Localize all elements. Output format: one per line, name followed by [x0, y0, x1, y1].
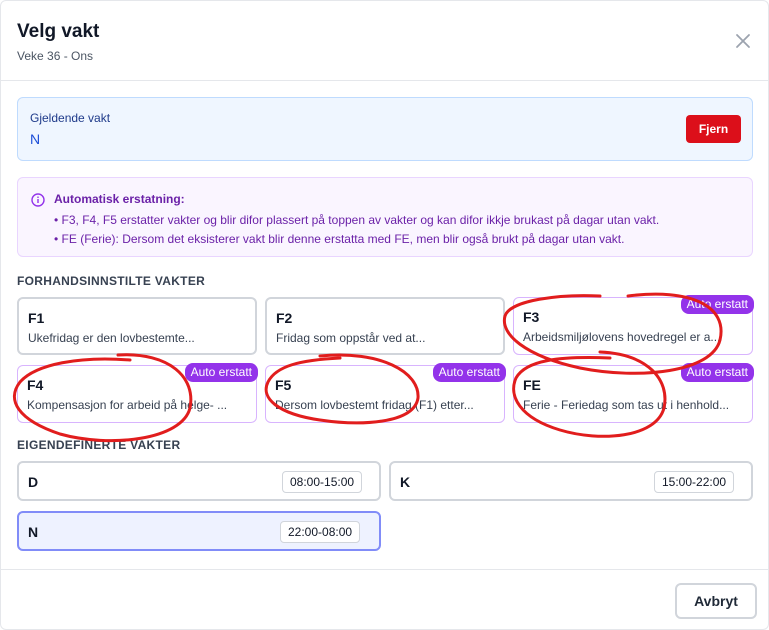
info-icon — [31, 193, 45, 207]
auto-replace-badge: Auto erstatt — [432, 363, 506, 382]
shift-code: F5 — [275, 377, 292, 393]
select-shift-dialog: Velg vakt Veke 36 - Ons Gjeldende vakt N… — [0, 0, 769, 630]
current-shift-label: Gjeldende vakt — [30, 111, 111, 125]
cancel-button[interactable]: Avbryt — [675, 583, 757, 619]
shift-card-fe[interactable]: FE Ferie - Feriedag som tas ut i henhold… — [513, 363, 754, 423]
auto-replace-badge: Auto erstatt — [184, 363, 258, 382]
custom-shift-d[interactable]: D 08:00-15:00 — [17, 461, 381, 501]
shift-card-f3[interactable]: F3 Arbeidsmiljølovens hovedregel er a...… — [513, 295, 754, 355]
info-heading: Automatisk erstatning: — [54, 192, 185, 206]
shift-time: 15:00-22:00 — [654, 471, 735, 493]
shift-code: F3 — [523, 309, 540, 325]
custom-shift-k[interactable]: K 15:00-22:00 — [389, 461, 753, 501]
auto-replace-badge: Auto erstatt — [680, 295, 754, 314]
info-item: • F3, F4, F5 erstatter vakter og blir di… — [54, 213, 660, 227]
shift-code: N — [28, 524, 39, 540]
auto-replace-info: Automatisk erstatning: • F3, F4, F5 erst… — [17, 177, 753, 257]
shift-desc: Kompensasjon for arbeid på helge- ... — [27, 398, 228, 412]
shift-card-f5[interactable]: F5 Dersom lovbestemt fridag (F1) etter..… — [265, 363, 506, 423]
current-shift-value: N — [30, 131, 41, 147]
remove-button[interactable]: Fjern — [686, 115, 741, 143]
shift-desc: Arbeidsmiljølovens hovedregel er a... — [523, 330, 721, 344]
dialog-title: Velg vakt — [17, 21, 100, 42]
shift-code: K — [400, 474, 411, 490]
info-list: • F3, F4, F5 erstatter vakter og blir di… — [54, 211, 659, 249]
shift-time: 08:00-15:00 — [282, 471, 363, 493]
preset-heading: FORHANDSINNSTILTE VAKTER — [17, 274, 206, 288]
info-item: • FE (Ferie): Dersom det eksisterer vakt… — [54, 232, 625, 246]
custom-heading: EIGENDEFINERTE VAKTER — [17, 438, 181, 452]
custom-shift-n[interactable]: N 22:00-08:00 — [17, 511, 381, 551]
shift-desc: Ukefridag er den lovbestemte... — [28, 331, 195, 345]
dialog-footer: Avbryt — [1, 569, 768, 629]
shift-code: F2 — [276, 310, 293, 326]
shift-code: D — [28, 474, 39, 490]
shift-desc: Dersom lovbestemt fridag (F1) etter... — [275, 398, 474, 412]
shift-code: F1 — [28, 310, 45, 326]
shift-card-f2[interactable]: F2 Fridag som oppstår ved at... — [265, 297, 505, 355]
shift-card-f1[interactable]: F1 Ukefridag er den lovbestemte... — [17, 297, 257, 355]
shift-card-f4[interactable]: F4 Kompensasjon for arbeid på helge- ...… — [17, 363, 258, 423]
dialog-subtitle: Veke 36 - Ons — [17, 49, 94, 63]
auto-replace-badge: Auto erstatt — [680, 363, 754, 382]
shift-desc: Ferie - Feriedag som tas ut i henhold... — [523, 398, 730, 412]
shift-desc: Fridag som oppstår ved at... — [276, 331, 426, 345]
dialog-header: Velg vakt Veke 36 - Ons — [1, 1, 768, 81]
shift-code: FE — [523, 377, 541, 393]
shift-time: 22:00-08:00 — [280, 521, 361, 543]
shift-code: F4 — [27, 377, 44, 393]
close-icon[interactable] — [733, 31, 753, 51]
current-shift-panel: Gjeldende vakt N Fjern — [17, 97, 753, 161]
